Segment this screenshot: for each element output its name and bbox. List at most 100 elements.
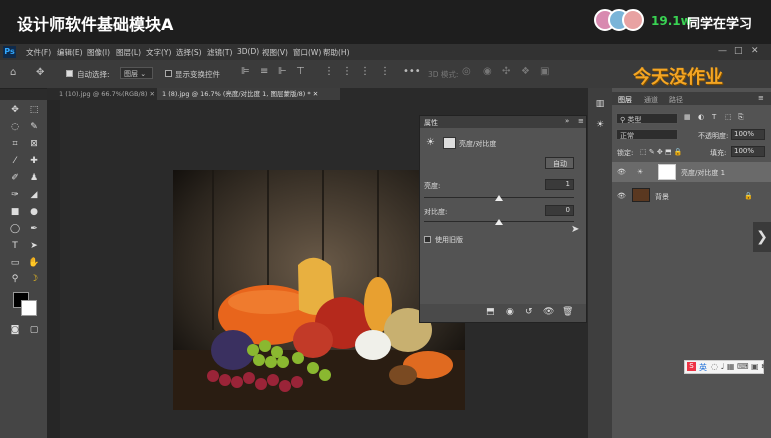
gradient-tool-icon[interactable]: ■ xyxy=(8,205,22,219)
contrast-input[interactable]: 0 xyxy=(545,205,574,216)
layer-mask-icon[interactable] xyxy=(443,137,456,149)
home-icon[interactable]: ⌂ xyxy=(10,67,16,78)
zoom-tool-icon[interactable]: ⚲ xyxy=(8,272,22,286)
align-center-icon[interactable]: ≡ xyxy=(260,66,268,77)
hand-tool-icon[interactable]: ✋ xyxy=(27,256,41,270)
menu-edit[interactable]: 编辑(E) xyxy=(57,47,83,58)
layer-visibility-eye-icon[interactable]: 👁 xyxy=(617,168,626,176)
filter-smart-icon[interactable]: ⎘ xyxy=(738,113,744,122)
background-color-swatch[interactable] xyxy=(21,300,37,316)
visibility-eye-icon[interactable]: 👁 xyxy=(543,307,554,317)
properties-tab[interactable]: 属性 xyxy=(424,118,438,128)
menu-help[interactable]: 帮助(H) xyxy=(323,47,350,58)
layer-filter-dropdown[interactable]: ⚲ 类型 xyxy=(616,113,678,124)
quick-select-tool-icon[interactable]: ✎ xyxy=(27,120,41,134)
distribute-icon[interactable]: ⋮ xyxy=(342,66,352,77)
stamp-tool-icon[interactable]: ♟ xyxy=(27,171,41,185)
more-options-icon[interactable]: ••• xyxy=(403,66,421,77)
tab-layers[interactable]: 图层 xyxy=(618,95,632,105)
brush-tool-icon[interactable]: ✐ xyxy=(8,171,22,185)
align-top-icon[interactable]: ⊤ xyxy=(296,66,305,77)
brightness-input[interactable]: 1 xyxy=(545,179,574,190)
panel-collapse-icon[interactable]: » xyxy=(565,117,569,125)
move-tool-icon[interactable]: ✥ xyxy=(8,103,22,117)
clip-to-layer-icon[interactable]: ⬒ xyxy=(486,307,495,317)
crop-tool-icon[interactable]: ⌗ xyxy=(8,137,22,151)
minimize-button[interactable]: — xyxy=(718,46,727,56)
screen-mode-icon[interactable]: ▢ xyxy=(27,323,41,337)
menu-window[interactable]: 窗口(W) xyxy=(293,47,321,58)
menu-3d[interactable]: 3D(D) xyxy=(237,47,259,56)
panel-menu-icon[interactable]: ≡ xyxy=(578,117,584,125)
auto-select-dropdown[interactable]: 图层 ⌄ xyxy=(120,67,153,79)
align-left-icon[interactable]: ⊫ xyxy=(241,66,250,77)
distribute-icon[interactable]: ⋮ xyxy=(380,66,390,77)
menu-select[interactable]: 选择(S) xyxy=(176,47,202,58)
layer-mask-thumbnail[interactable] xyxy=(658,164,676,180)
opacity-input[interactable]: 100% xyxy=(731,129,765,140)
sogou-logo: S xyxy=(687,362,696,371)
eraser-tool-icon[interactable]: ◢ xyxy=(27,188,41,202)
properties-panel-icon[interactable]: ☀ xyxy=(593,118,607,132)
contrast-slider-thumb[interactable] xyxy=(495,219,503,225)
frame-tool-icon[interactable]: ⊠ xyxy=(27,137,41,151)
menu-file[interactable]: 文件(F) xyxy=(26,47,51,58)
menu-type[interactable]: 文字(Y) xyxy=(146,47,171,58)
auto-select-checkbox[interactable] xyxy=(66,70,73,77)
marquee-tool-icon[interactable]: ⬚ xyxy=(27,103,41,117)
panel-menu-icon[interactable]: ≡ xyxy=(758,94,764,102)
document-tab[interactable]: 1 (10).jpg @ 66.7%(RGB/8) ✕ xyxy=(54,88,156,100)
show-transform-checkbox[interactable] xyxy=(165,70,172,77)
blend-mode-dropdown[interactable]: 正常 xyxy=(616,129,678,140)
tab-close-icon[interactable]: ✕ xyxy=(149,90,154,98)
menu-view[interactable]: 视图(V) xyxy=(262,47,288,58)
type-tool-icon[interactable]: T xyxy=(8,239,22,253)
expand-panel-chevron-icon[interactable]: ❯ xyxy=(753,222,771,252)
slide-3d-icon[interactable]: ❖ xyxy=(521,66,530,77)
pen-tool-icon[interactable]: ✒ xyxy=(27,222,41,236)
ime-mode-label[interactable]: 英 xyxy=(699,362,707,373)
distribute-icon[interactable]: ⋮ xyxy=(360,66,370,77)
layer-visibility-eye-icon[interactable]: 👁 xyxy=(617,192,626,200)
quick-mask-icon[interactable]: ◙ xyxy=(8,323,22,337)
menu-layer[interactable]: 图层(L) xyxy=(116,47,141,58)
move-tool-icon[interactable]: ✥ xyxy=(36,67,44,78)
distribute-icon[interactable]: ⋮ xyxy=(324,66,334,77)
dodge-tool-icon[interactable]: ◯ xyxy=(8,222,22,236)
ime-tool-icons[interactable]: ◌ ♩ ▦ ⌨ ▣ ✽ ▦ xyxy=(711,362,771,371)
use-legacy-checkbox[interactable] xyxy=(424,236,431,243)
close-button[interactable]: ✕ xyxy=(751,46,759,56)
eyedropper-tool-icon[interactable]: ⁄ xyxy=(8,154,22,168)
filter-adjust-icon[interactable]: ◐ xyxy=(698,113,704,121)
layer-name[interactable]: 亮度/对比度 1 xyxy=(681,168,725,178)
history-brush-icon[interactable]: ✑ xyxy=(8,188,22,202)
roll-3d-icon[interactable]: ◉ xyxy=(483,66,492,77)
shape-tool-icon[interactable]: ▭ xyxy=(8,256,22,270)
menu-image[interactable]: 图像(I) xyxy=(87,47,110,58)
brightness-slider-thumb[interactable] xyxy=(495,195,503,201)
layer-name[interactable]: 背景 xyxy=(655,192,669,202)
pan-3d-icon[interactable]: ✣ xyxy=(502,66,510,77)
tab-channels[interactable]: 通道 xyxy=(644,95,658,105)
view-previous-icon[interactable]: ◉ xyxy=(506,307,514,317)
path-select-tool-icon[interactable]: ➤ xyxy=(27,239,41,253)
delete-icon[interactable]: 🗑 xyxy=(562,307,573,317)
scale-3d-icon[interactable]: ▣ xyxy=(540,66,549,77)
lock-icons[interactable]: ⬚ ✎ ✥ ⬒ 🔒 xyxy=(640,148,683,156)
blur-tool-icon[interactable]: ● xyxy=(27,205,41,219)
document-tab-active[interactable]: 1 (8).jpg @ 16.7% (亮度/对比度 1, 图层蒙版/8) * ✕ xyxy=(157,88,340,100)
lasso-tool-icon[interactable]: ◌ xyxy=(8,120,22,134)
maximize-button[interactable]: □ xyxy=(734,46,743,56)
filter-type-icon[interactable]: T xyxy=(712,113,716,121)
reset-icon[interactable]: ↺ xyxy=(525,307,533,317)
history-panel-icon[interactable]: ▥ xyxy=(593,97,607,111)
tab-paths[interactable]: 路径 xyxy=(669,95,683,105)
filter-shape-icon[interactable]: ⬚ xyxy=(725,113,732,121)
menu-filter[interactable]: 滤镜(T) xyxy=(207,47,232,58)
healing-tool-icon[interactable]: ✚ xyxy=(27,154,41,168)
fill-input[interactable]: 100% xyxy=(731,146,765,157)
tab-close-icon[interactable]: ✕ xyxy=(313,90,318,98)
filter-pixel-icon[interactable]: ▦ xyxy=(684,113,691,121)
orbit-3d-icon[interactable]: ◎ xyxy=(462,66,471,77)
align-right-icon[interactable]: ⊩ xyxy=(278,66,287,77)
